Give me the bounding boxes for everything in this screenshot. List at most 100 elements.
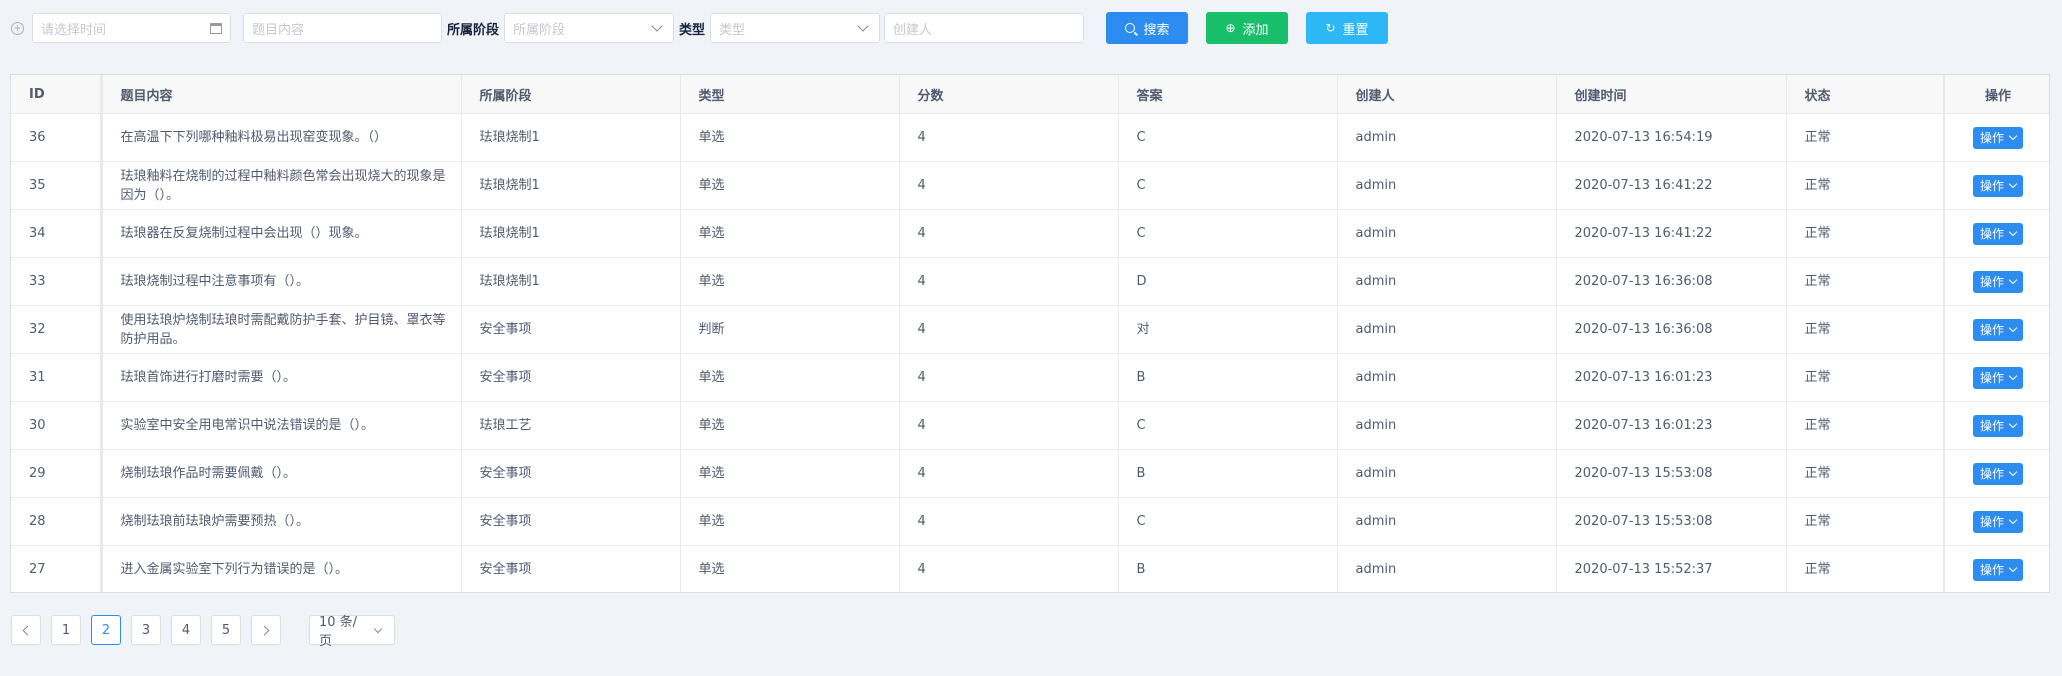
reset-button[interactable]: ↻ 重置 [1306,12,1389,44]
cell-created: 2020-07-13 15:53:08 [1556,497,1787,546]
reset-button-label: 重置 [1342,22,1369,38]
type-filter-label: 类型 [679,22,706,38]
table-row[interactable]: 34 珐琅器在反复烧制过程中会出现（）现象。 珐琅烧制1 单选 4 Cadmin 2020-… [11,209,2049,258]
cell-status: 正常 [1786,305,1945,354]
chevron-left-icon [22,625,33,635]
cell-answer: B [1118,449,1338,498]
row-actions-dropdown[interactable]: 操作 [1972,222,2023,245]
row-actions-dropdown[interactable]: 操作 [1972,318,2023,341]
cell-content: 珐琅釉料在烧制的过程中釉料颜色常会出现烧大的现象是因为（）。 [101,161,462,210]
stage-select[interactable]: 所属阶段 [504,13,675,43]
row-actions-dropdown[interactable]: 操作 [1972,558,2023,581]
column-header-answer[interactable]: 答案 [1118,75,1338,114]
table-row[interactable]: 32 使用珐琅炉烧制珐琅时需配戴防护手套、护目镜、罩衣等防护用品。 安全事项 判断 4 对… [11,305,2049,354]
content-search-input[interactable]: 题目内容 [243,13,442,43]
column-header-actions: 操作 [1943,75,2049,114]
chevron-down-icon [857,20,869,32]
column-header-stage[interactable]: 所属阶段 [461,75,681,114]
table-row[interactable]: 36 在高温下下列哪种釉料极易出现窑变现象。（） 珐琅烧制1 单选 4 Cadmin 202… [11,113,2049,162]
next-page-button[interactable] [251,615,281,645]
table-row[interactable]: 27 进入金属实验室下列行为错误的是（）。 安全事项 单选 4 Badmin 2020-07… [11,545,2049,592]
cell-id: 32 [11,305,103,354]
row-actions-dropdown[interactable]: 操作 [1972,366,2023,389]
table-row[interactable]: 31 珐琅首饰进行打磨时需要（）。 安全事项 单选 4 Badmin 2020-07-13 … [11,353,2049,402]
column-header-creator[interactable]: 创建人 [1337,75,1557,114]
chevron-down-icon [2008,131,2018,141]
search-button[interactable]: 搜索 [1106,12,1189,44]
add-button[interactable]: ⊕ 添加 [1206,12,1289,44]
cell-stage: 安全事项 [461,449,681,498]
column-header-created[interactable]: 创建时间 [1556,75,1787,114]
cell-status: 正常 [1786,497,1945,546]
cell-created: 2020-07-13 16:01:23 [1556,353,1787,402]
row-actions-dropdown[interactable]: 操作 [1972,174,2023,197]
cell-type: 单选 [680,161,900,210]
chevron-right-icon [259,625,270,635]
cell-content: 珐琅器在反复烧制过程中会出现（）现象。 [101,209,462,258]
row-actions-dropdown[interactable]: 操作 [1972,510,2023,533]
type-select[interactable]: 类型 [710,13,881,43]
row-actions-dropdown[interactable]: 操作 [1972,126,2023,149]
cell-score: 4 [899,161,1119,210]
creator-input-placeholder: 创建人 [893,22,933,38]
page-button[interactable]: 4 [171,615,201,645]
cell-id: 31 [11,353,103,402]
table-row[interactable]: 29 烧制珐琅作品时需要佩戴（）。 安全事项 单选 4 Badmin 2020-07-13 … [11,449,2049,498]
cell-creator: admin [1337,545,1557,592]
column-header-content[interactable]: 题目内容 [101,75,462,114]
cell-type: 单选 [680,449,900,498]
cell-content: 在高温下下列哪种釉料极易出现窑变现象。（） [101,113,462,162]
cell-id: 30 [11,401,103,450]
column-header-status[interactable]: 状态 [1786,75,1945,114]
cell-answer: D [1118,257,1338,306]
page-button[interactable]: 1 [51,615,81,645]
row-actions-dropdown[interactable]: 操作 [1972,462,2023,485]
cell-score: 4 [899,545,1119,592]
column-header-type[interactable]: 类型 [680,75,900,114]
row-actions-label: 操作 [1979,515,2004,529]
stage-filter-label: 所属阶段 [447,22,500,38]
cell-status: 正常 [1786,257,1945,306]
cell-id: 34 [11,209,103,258]
creator-input[interactable]: 创建人 [884,13,1085,43]
prev-page-button[interactable] [11,615,41,645]
cell-content: 烧制珐琅前珐琅炉需要预热（）。 [101,497,462,546]
cell-stage: 珐琅烧制1 [461,113,681,162]
cell-answer: C [1118,497,1338,546]
page-size-select[interactable]: 10 条/页 [309,615,395,649]
column-header-id[interactable]: ID [11,75,103,114]
plus-circle-icon[interactable]: + [11,21,24,35]
question-table: ID 题目内容 所属阶段 类型 分数 答案 创建人 创建时间 状态 操作 36 在… [10,74,2050,593]
cell-created: 2020-07-13 16:36:08 [1556,257,1787,306]
cell-type: 单选 [680,401,900,450]
page-button-current[interactable]: 2 [91,615,121,645]
page-button[interactable]: 3 [131,615,161,645]
cell-content: 珐琅首饰进行打磨时需要（）。 [101,353,462,402]
cell-status: 正常 [1786,545,1945,592]
cell-actions: 操作 [1943,305,2049,354]
cell-answer: C [1118,209,1338,258]
column-header-score[interactable]: 分数 [899,75,1119,114]
cell-actions: 操作 [1943,113,2049,162]
table-row[interactable]: 35 珐琅釉料在烧制的过程中釉料颜色常会出现烧大的现象是因为（）。 珐琅烧制1 单选 4… [11,161,2049,210]
table-row[interactable]: 30 实验室中安全用电常识中说法错误的是（）。 珐琅工艺 单选 4 Cadmin 2020-… [11,401,2049,450]
cell-stage: 安全事项 [461,545,681,592]
filter-toolbar: + 请选择时间 题目内容 所属阶段 所属阶段 类型 类型 创建人 搜索 ⊕ 添加… [8,12,1389,44]
row-actions-label: 操作 [1979,227,2004,241]
date-picker[interactable]: 请选择时间 [32,13,231,43]
table-row[interactable]: 33 珐琅烧制过程中注意事项有（）。 珐琅烧制1 单选 4 Dadmin 2020-07-1… [11,257,2049,306]
page-button[interactable]: 5 [211,615,241,645]
cell-actions: 操作 [1943,497,2049,546]
cell-stage: 珐琅烧制1 [461,161,681,210]
cell-content: 烧制珐琅作品时需要佩戴（）。 [101,449,462,498]
row-actions-dropdown[interactable]: 操作 [1972,414,2023,437]
table-row[interactable]: 28 烧制珐琅前珐琅炉需要预热（）。 安全事项 单选 4 Cadmin 2020-07-13… [11,497,2049,546]
cell-answer: B [1118,353,1338,402]
row-actions-dropdown[interactable]: 操作 [1972,270,2023,293]
cell-score: 4 [899,497,1119,546]
cell-creator: admin [1337,257,1557,306]
cell-type: 判断 [680,305,900,354]
cell-creator: admin [1337,113,1557,162]
cell-id: 36 [11,113,103,162]
cell-stage: 安全事项 [461,305,681,354]
